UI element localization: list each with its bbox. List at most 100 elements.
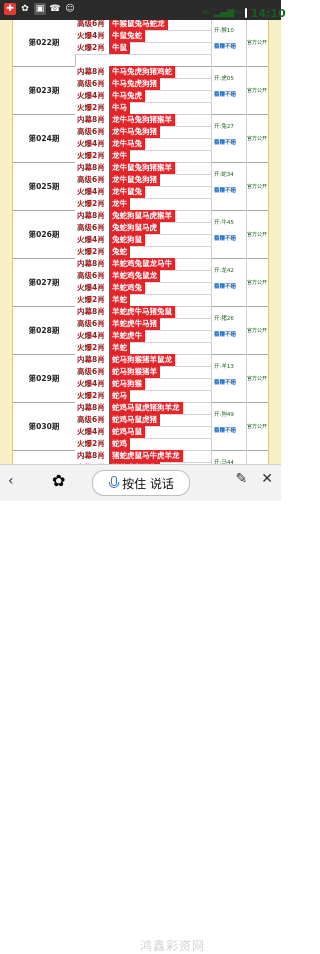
period-label: 第023期 — [13, 66, 76, 114]
zodiac-prediction: 牛鼠 — [109, 42, 130, 54]
zodiac-prediction: 牛鼠兔蛇 — [109, 30, 145, 42]
microphone-icon — [108, 476, 120, 490]
tier-label: 内幕8肖 — [75, 402, 109, 414]
result-cell: 开:龙42 稳赚不赔 — [211, 258, 247, 306]
paw-icon: ✿ — [21, 4, 29, 14]
open-result: 开:猪26 — [214, 316, 234, 322]
result-cell: 开:猴10 稳赚不赔 — [211, 20, 247, 66]
period-block: 第027期 内幕8肖 羊蛇鸡兔鼠龙马牛 高级6肖 羊蛇鸡兔鼠龙 火爆4肖 羊蛇鸡兔 火爆2肖羊… — [13, 258, 268, 307]
period-block: 第029期 内幕8肖 蛇马狗猴猪羊鼠龙 高级6肖 蛇马狗猴猪羊 火爆4肖 蛇马狗猴 火爆2肖蛇… — [13, 354, 268, 403]
tier-label: 内幕8肖 — [75, 354, 109, 366]
prediction-row: 火爆2肖 牛鼠 — [75, 42, 211, 55]
open-result: 开:虎05 — [214, 76, 234, 82]
result-cell: 开:牛45 稳赚不赔 — [211, 210, 247, 258]
tier-label: 火爆2肖 — [75, 342, 109, 354]
tier-label: 火爆2肖 — [75, 102, 109, 114]
zodiac-prediction: 牛马兔虎狗猪 — [109, 78, 160, 90]
result-cell: 开:狗49 稳赚不赔 — [211, 402, 247, 450]
zodiac-prediction: 蛇马狗猴猪羊鼠龙 — [109, 354, 175, 366]
zodiac-prediction: 蛇鸡马鼠虎猪 — [109, 414, 160, 426]
paw-icon[interactable]: ✿ — [52, 471, 72, 493]
period-block: 第023期 内幕8肖 牛马兔虎狗猪鸡蛇 高级6肖 牛马兔虎狗猪 火爆4肖 牛马兔虎 火爆2肖牛… — [13, 66, 268, 115]
zodiac-prediction: 羊蛇虎牛马猪兔鼠 — [109, 306, 175, 318]
tier-label: 高级6肖 — [75, 174, 109, 186]
tier-label: 高级6肖 — [75, 20, 109, 30]
tier-label: 火爆2肖 — [75, 198, 109, 210]
open-result: 开:蛇34 — [214, 172, 234, 178]
zodiac-prediction: 蛇马 — [109, 390, 130, 402]
result-note: 稳赚不赔 — [214, 284, 237, 290]
zodiac-prediction: 羊蛇鸡兔鼠龙马牛 — [109, 258, 175, 270]
phone-icon: ☎ — [49, 4, 61, 14]
tier-label: 内幕8肖 — [75, 306, 109, 318]
tier-label: 火爆4肖 — [75, 90, 109, 102]
zodiac-prediction: 龙牛马兔 — [109, 138, 145, 150]
prediction-table: 第022期 高级6肖 牛猴鼠兔马蛇龙 火爆4肖 牛鼠兔蛇 火爆2肖 牛鼠 开:猴10 稳赚不赔官… — [12, 20, 269, 464]
period-block: 第025期 内幕8肖 龙牛鼠兔狗猪猴羊 高级6肖 龙牛鼠兔狗猪 火爆4肖 龙牛鼠兔 火爆2肖龙… — [13, 162, 268, 211]
period-label: 第030期 — [13, 402, 76, 450]
source-cell: 官方公开 — [246, 375, 267, 382]
cat-icon: ☺ — [65, 4, 75, 14]
tier-label: 内幕8肖 — [75, 258, 109, 270]
result-cell: 开:猪26 稳赚不赔 — [211, 306, 247, 354]
source-cell: 官方公开 — [246, 231, 267, 238]
zodiac-prediction: 龙牛马兔狗猪猴羊 — [109, 114, 175, 126]
result-note: 稳赚不赔 — [214, 236, 237, 242]
tier-label: 火爆2肖 — [75, 390, 109, 402]
zodiac-prediction: 龙牛鼠兔狗猪猴羊 — [109, 162, 175, 174]
close-icon[interactable]: ✕ — [261, 471, 273, 487]
period-block: 第030期 内幕8肖 蛇鸡马鼠虎猪狗羊龙 高级6肖 蛇鸡马鼠虎猪 火爆4肖 蛇鸡马鼠 火爆2肖… — [13, 402, 268, 451]
source-cell: 官方公开 — [246, 423, 267, 430]
tier-label: 火爆4肖 — [75, 426, 109, 438]
tier-label: 高级6肖 — [75, 270, 109, 282]
open-result: 开:猴10 — [214, 28, 234, 34]
zodiac-prediction: 羊蛇 — [109, 342, 130, 354]
tier-label: 高级6肖 — [75, 414, 109, 426]
zodiac-prediction: 龙牛马兔狗猪 — [109, 126, 160, 138]
tier-label: 内幕8肖 — [75, 450, 109, 462]
source-cell: 官方公开 — [246, 39, 267, 46]
signal-label: 4G — [202, 10, 210, 16]
tier-label: 内幕8肖 — [75, 210, 109, 222]
source-cell: 官方公开 — [246, 135, 267, 142]
voice-button[interactable]: 按住 说话 — [92, 470, 190, 496]
zodiac-prediction: 兔蛇狗鼠马虎猴羊 — [109, 210, 175, 222]
period-block: 第026期 内幕8肖 兔蛇狗鼠马虎猴羊 高级6肖 兔蛇狗鼠马虎 火爆4肖 兔蛇狗鼠 火爆2肖兔… — [13, 210, 268, 259]
tier-label: 内幕8肖 — [75, 162, 109, 174]
zodiac-prediction: 蛇鸡 — [109, 438, 130, 450]
zodiac-prediction: 龙牛 — [109, 198, 130, 210]
tier-label: 火爆4肖 — [75, 30, 109, 42]
period-block: 第028期 内幕8肖 羊蛇虎牛马猪兔鼠 高级6肖 羊蛇虎牛马猪 火爆4肖 羊蛇虎牛 火爆2肖羊… — [13, 306, 268, 355]
zodiac-prediction: 羊蛇鸡兔鼠龙 — [109, 270, 160, 282]
tier-label: 火爆4肖 — [75, 234, 109, 246]
period-block: 第024期 内幕8肖 龙牛马兔狗猪猴羊 高级6肖 龙牛马兔狗猪 火爆4肖 龙牛马兔 火爆2肖龙… — [13, 114, 268, 163]
zodiac-prediction: 兔蛇狗鼠马虎 — [109, 222, 160, 234]
result-cell: 开:羊13 稳赚不赔 — [211, 354, 247, 402]
tier-label: 火爆4肖 — [75, 138, 109, 150]
zodiac-prediction: 牛马 — [109, 102, 130, 114]
result-note: 稳赚不赔 — [214, 380, 237, 386]
result-note: 稳赚不赔 — [214, 188, 237, 194]
battery-icon — [244, 8, 247, 18]
tier-label: 内幕8肖 — [75, 66, 109, 78]
result-note: 稳赚不赔 — [214, 428, 237, 434]
pencil-icon[interactable]: ✎ — [236, 471, 248, 487]
zodiac-prediction: 兔蛇 — [109, 246, 130, 258]
page-frame: 第022期 高级6肖 牛猴鼠兔马蛇龙 火爆4肖 牛鼠兔蛇 火爆2肖 牛鼠 开:猴10 稳赚不赔官… — [0, 20, 281, 464]
tier-label: 火爆4肖 — [75, 186, 109, 198]
zodiac-prediction: 牛马兔虎 — [109, 90, 145, 102]
zodiac-prediction: 羊蛇鸡兔 — [109, 282, 145, 294]
source-cell: 官方公开 — [246, 327, 267, 334]
zodiac-prediction: 蛇马狗猴猪羊 — [109, 366, 160, 378]
zodiac-prediction: 龙牛鼠兔狗猪 — [109, 174, 160, 186]
back-icon[interactable]: ‹ — [8, 473, 24, 489]
period-label: 第031期 — [13, 450, 76, 464]
period-block: 第031期内幕8肖猪蛇虎鼠马牛虎羊龙高级6肖猪蛇虎鼠马牛火爆4肖猪蛇虎鼠火爆2肖… — [13, 450, 268, 464]
status-bar: ✚ ✿ ▣ ☎ ☺ 4G ▂▄▆ 78% 14:10 — [0, 0, 286, 20]
tier-label: 火爆2肖 — [75, 438, 109, 450]
result-note: 稳赚不赔 — [214, 140, 237, 146]
zodiac-prediction: 蛇鸡马鼠虎猪狗羊龙 — [109, 402, 183, 414]
tier-label: 火爆2肖 — [75, 246, 109, 258]
zodiac-prediction: 羊蛇 — [109, 294, 130, 306]
image-icon: ▣ — [34, 3, 46, 15]
